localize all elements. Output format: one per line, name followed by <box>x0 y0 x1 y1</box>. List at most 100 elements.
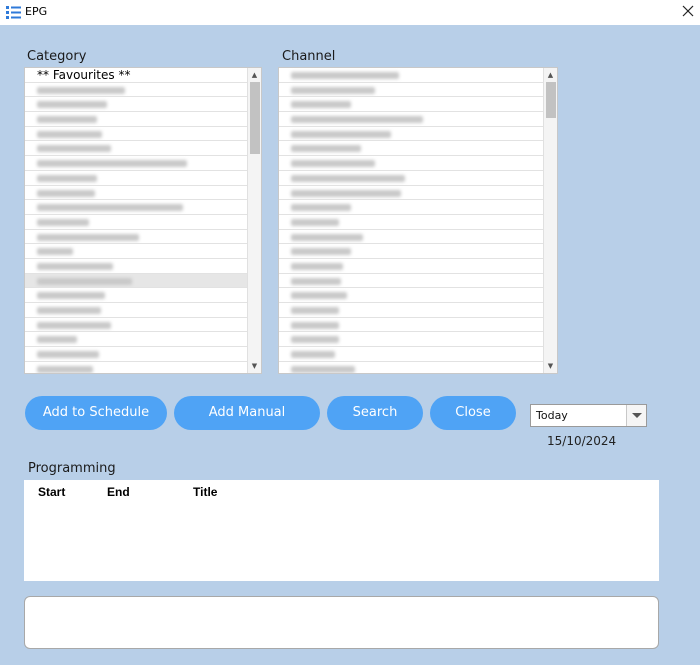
list-item[interactable] <box>279 141 543 157</box>
list-item[interactable] <box>279 244 543 259</box>
obscured-text <box>37 365 93 373</box>
list-item[interactable] <box>279 230 543 245</box>
obscured-text <box>291 351 335 359</box>
date-display: 15/10/2024 <box>547 434 617 448</box>
list-item[interactable] <box>279 332 543 348</box>
obscured-text <box>291 72 399 79</box>
list-item[interactable] <box>25 171 247 186</box>
obscured-text <box>291 174 405 182</box>
obscured-text <box>37 86 125 94</box>
list-item[interactable] <box>279 97 543 113</box>
list-item[interactable] <box>25 230 247 245</box>
list-item[interactable] <box>279 259 543 274</box>
obscured-text <box>291 160 375 168</box>
obscured-text <box>37 248 73 256</box>
list-item[interactable] <box>25 259 247 274</box>
list-item[interactable] <box>279 200 543 215</box>
obscured-text <box>291 336 339 344</box>
list-item[interactable] <box>25 362 247 373</box>
list-item[interactable] <box>25 303 247 318</box>
scroll-up-icon[interactable]: ▲ <box>544 68 557 82</box>
scroll-up-icon[interactable]: ▲ <box>248 68 261 82</box>
day-select[interactable]: Today <box>530 404 647 427</box>
obscured-text <box>37 262 113 270</box>
list-item[interactable] <box>25 273 247 289</box>
column-end[interactable]: End <box>107 485 130 499</box>
obscured-text <box>37 174 97 182</box>
category-scrollbar[interactable]: ▲ ▼ <box>247 68 261 373</box>
list-item[interactable] <box>25 83 247 98</box>
programming-table[interactable]: Start End Title <box>24 480 659 581</box>
obscured-text <box>37 101 107 109</box>
list-item[interactable] <box>279 171 543 186</box>
category-list-items: ** Favourites ** <box>25 68 247 373</box>
channel-scrollbar[interactable]: ▲ ▼ <box>543 68 557 373</box>
search-button[interactable]: Search <box>327 396 423 430</box>
obscured-text <box>37 189 95 197</box>
obscured-text <box>37 130 102 138</box>
list-item[interactable] <box>279 318 543 333</box>
obscured-text <box>37 116 97 124</box>
list-item[interactable] <box>279 362 543 373</box>
list-item[interactable] <box>25 215 247 230</box>
obscured-text <box>37 277 132 285</box>
details-textarea[interactable] <box>24 596 659 649</box>
obscured-text <box>37 307 101 314</box>
list-item[interactable] <box>279 215 543 230</box>
list-item[interactable] <box>25 318 247 333</box>
list-item[interactable] <box>25 244 247 259</box>
channel-label: Channel <box>282 49 336 64</box>
list-item[interactable] <box>25 288 247 303</box>
obscured-text <box>291 130 391 138</box>
obscured-text <box>291 365 355 373</box>
obscured-text <box>291 233 363 241</box>
list-item[interactable] <box>25 156 247 171</box>
obscured-text <box>291 189 401 197</box>
category-favourites: ** Favourites ** <box>37 68 131 82</box>
obscured-text <box>291 145 361 153</box>
list-item[interactable] <box>25 347 247 362</box>
add-to-schedule-button[interactable]: Add to Schedule <box>25 396 167 430</box>
obscured-text <box>37 218 89 226</box>
category-list[interactable]: ** Favourites ** ▲ ▼ <box>24 67 262 374</box>
list-item[interactable] <box>25 112 247 127</box>
obscured-text <box>37 160 187 168</box>
obscured-text <box>37 204 183 212</box>
list-item[interactable] <box>279 274 543 289</box>
list-item[interactable] <box>25 186 247 201</box>
obscured-text <box>37 336 77 344</box>
obscured-text <box>291 262 343 270</box>
list-item[interactable] <box>25 127 247 142</box>
list-item[interactable] <box>279 83 543 98</box>
list-item[interactable] <box>25 141 247 157</box>
list-item[interactable] <box>279 303 543 318</box>
list-item[interactable] <box>279 112 543 127</box>
scroll-thumb[interactable] <box>250 82 260 154</box>
list-item[interactable]: ** Favourites ** <box>25 68 247 83</box>
list-item[interactable] <box>279 347 543 362</box>
day-select-dropdown[interactable] <box>626 405 646 426</box>
list-item[interactable] <box>279 186 543 201</box>
list-item[interactable] <box>279 156 543 171</box>
list-item[interactable] <box>279 68 543 83</box>
add-manual-button[interactable]: Add Manual <box>174 396 320 430</box>
list-item[interactable] <box>25 332 247 348</box>
close-button[interactable]: Close <box>430 396 516 430</box>
list-item[interactable] <box>25 200 247 215</box>
obscured-text <box>291 307 339 314</box>
channel-list[interactable]: ▲ ▼ <box>278 67 558 374</box>
close-icon[interactable] <box>681 4 695 18</box>
scroll-down-icon[interactable]: ▼ <box>544 359 557 373</box>
scroll-thumb[interactable] <box>546 82 556 118</box>
column-start[interactable]: Start <box>38 485 65 499</box>
list-item[interactable] <box>279 288 543 303</box>
scroll-down-icon[interactable]: ▼ <box>248 359 261 373</box>
list-item[interactable] <box>25 97 247 113</box>
title-bar: EPG <box>0 0 700 25</box>
obscured-text <box>37 292 105 300</box>
obscured-text <box>37 351 99 359</box>
list-item[interactable] <box>279 127 543 142</box>
column-title[interactable]: Title <box>193 485 217 499</box>
chevron-down-icon <box>632 413 642 418</box>
obscured-text <box>291 204 351 212</box>
